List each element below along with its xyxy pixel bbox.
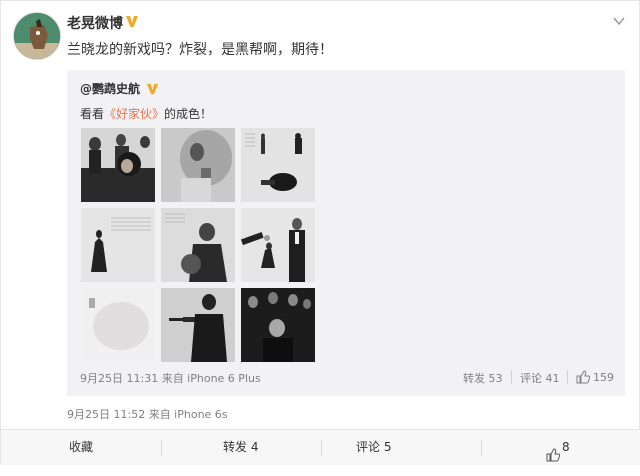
repost-box: @鹦鹉史航 看看《好家伙》的成色！ 9月25日 11:31 来自 iPhone …: [67, 70, 625, 396]
divider: [481, 440, 482, 456]
like-button[interactable]: 8: [546, 430, 570, 465]
post-timestamp: 9月25日 11:52 来自 iPhone 6s: [67, 408, 228, 421]
like-button[interactable]: 159: [576, 370, 614, 384]
comment-button[interactable]: 评论 5: [356, 430, 391, 465]
repost-button[interactable]: 转发 4: [223, 430, 258, 465]
divider: [321, 440, 322, 456]
image-thumbnail[interactable]: [81, 128, 155, 202]
repost-username[interactable]: @鹦鹉史航: [80, 80, 140, 97]
thumbs-up-icon: [576, 370, 591, 384]
divider: [161, 440, 162, 456]
repost-text-after: 的成色！: [164, 107, 213, 121]
divider: [511, 370, 512, 384]
image-thumbnail[interactable]: [81, 288, 155, 362]
image-thumbnail[interactable]: [161, 128, 235, 202]
action-bar: 收藏 转发 4 评论 5 8: [1, 429, 640, 465]
repost-text-before: 看看: [80, 107, 105, 121]
user-avatar[interactable]: [13, 12, 61, 60]
verified-badge-icon: [146, 80, 159, 95]
topic-link[interactable]: 《好家伙》: [104, 107, 164, 121]
comment-button[interactable]: 评论 41: [520, 370, 560, 386]
repost-text: 看看《好家伙》的成色！: [80, 105, 212, 122]
image-thumbnail[interactable]: [241, 128, 315, 202]
image-thumbnail[interactable]: [81, 208, 155, 282]
image-thumbnail[interactable]: [241, 288, 315, 362]
image-thumbnail[interactable]: [161, 208, 235, 282]
repost-timestamp: 9月25日 11:31 来自 iPhone 6 Plus: [80, 372, 261, 385]
repost-button[interactable]: 转发 53: [463, 370, 503, 386]
post-text: 兰晓龙的新戏吗？炸裂，是黑帮啊，期待！: [67, 42, 333, 58]
image-thumbnail[interactable]: [241, 208, 315, 282]
image-thumbnail[interactable]: [161, 288, 235, 362]
like-count: 159: [593, 370, 614, 384]
image-grid: [81, 128, 317, 362]
divider: [567, 370, 568, 384]
chevron-down-icon[interactable]: [612, 13, 626, 27]
thumbs-up-icon: [546, 441, 561, 461]
username[interactable]: 老晃微博: [67, 13, 123, 33]
favorite-button[interactable]: 收藏: [69, 430, 93, 465]
like-count: 8: [562, 440, 570, 454]
weibo-card: 老晃微博 兰晓龙的新戏吗？炸裂，是黑帮啊，期待！ @鹦鹉史航 看看《好家伙》的成…: [0, 0, 640, 465]
verified-badge-icon: [125, 13, 139, 27]
